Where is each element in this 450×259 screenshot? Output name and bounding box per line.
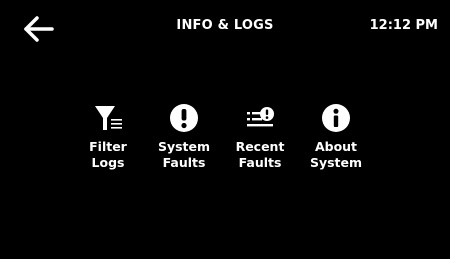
filter-logs-label-line1: Filter	[89, 139, 127, 154]
filter-list-icon	[95, 106, 122, 130]
system-faults-label-line1: System	[157, 139, 211, 154]
recent-faults-button[interactable]: Recent Faults	[225, 103, 295, 171]
info-logs-screen: INFO & LOGS 12:12 PM Filter Logs System …	[0, 0, 450, 259]
filter-logs-label-line2: Logs	[91, 155, 125, 170]
filter-logs-button[interactable]: Filter Logs	[73, 103, 143, 171]
recent-faults-label-line1: Recent	[235, 139, 285, 154]
menu-grid: Filter Logs System Faults Recent Faults …	[73, 103, 393, 183]
about-system-label-line2: System	[309, 155, 363, 170]
exclamation-circle-icon	[170, 104, 198, 132]
recent-faults-label-line2: Faults	[238, 155, 282, 170]
about-system-label-line1: About	[314, 139, 358, 154]
system-faults-button[interactable]: System Faults	[149, 103, 219, 171]
about-system-button[interactable]: About System	[301, 103, 371, 171]
list-alert-icon	[247, 107, 274, 127]
info-circle-icon	[322, 104, 350, 132]
system-faults-label-line2: Faults	[162, 155, 206, 170]
clock: 12:12 PM	[369, 18, 438, 33]
